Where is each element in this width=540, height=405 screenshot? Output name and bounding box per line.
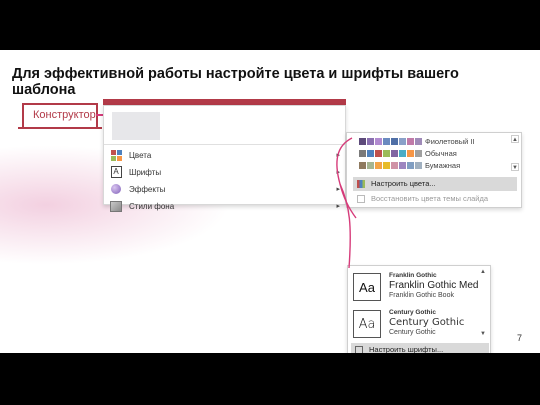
tab-design-label: Конструктор — [33, 109, 96, 121]
restore-colors-button[interactable]: Восстановить цвета темы слайда — [353, 192, 517, 206]
color-scheme-swatches — [359, 162, 423, 169]
scroll-down-icon[interactable]: ▼ — [479, 331, 487, 341]
font-body-sample: Century Gothic — [389, 329, 436, 336]
color-swatch — [367, 138, 374, 145]
restore-colors-label: Восстановить цвета темы слайда — [371, 194, 489, 203]
color-swatch — [399, 150, 406, 157]
color-swatch — [367, 150, 374, 157]
color-swatch — [415, 138, 422, 145]
color-swatch-icon — [110, 149, 122, 161]
fonts-scrollbar[interactable]: ▲ ▼ — [479, 269, 487, 341]
page-number: 7 — [516, 333, 522, 343]
scroll-up-icon[interactable]: ▲ — [511, 135, 519, 143]
submenu-arrow-icon: ▸ — [336, 203, 340, 210]
font-preview-icon: Aa — [353, 310, 381, 338]
font-icon: A — [110, 166, 122, 178]
tab-design[interactable]: Конструктор — [22, 103, 98, 127]
font-heading-sample: Century Gothic — [389, 317, 465, 328]
color-swatch — [391, 150, 398, 157]
color-swatch — [375, 150, 382, 157]
color-swatch — [383, 138, 390, 145]
color-swatch — [407, 162, 414, 169]
menu-item-label: Эффекты — [129, 184, 166, 194]
color-swatch — [359, 150, 366, 157]
menu-item-label: Цвета — [129, 150, 152, 160]
color-swatch — [383, 150, 390, 157]
color-swatch — [399, 162, 406, 169]
font-body-sample: Franklin Gothic Book — [389, 292, 454, 299]
menu-separator — [104, 144, 345, 145]
customize-colors-label: Настроить цвета... — [371, 179, 436, 188]
palette-icon — [357, 180, 365, 188]
submenu-arrow-icon: ▸ — [336, 152, 340, 159]
color-swatch — [367, 162, 374, 169]
color-scheme-row[interactable]: Обычная — [359, 148, 457, 159]
color-swatch — [375, 162, 382, 169]
color-scheme-swatches — [359, 138, 423, 145]
variants-menu: Цвета ▸ A Шрифты ▸ Эффекты ▸ Стили фона … — [103, 105, 346, 212]
slide-title: Для эффективной работы настройте цвета и… — [12, 66, 459, 98]
color-scheme-row[interactable]: Бумажная — [359, 160, 460, 171]
variant-thumbnail[interactable] — [112, 112, 160, 140]
color-swatch — [415, 162, 422, 169]
color-scheme-name: Фиолетовый II — [425, 137, 475, 146]
font-preview-icon: Aa — [353, 273, 381, 301]
customize-fonts-button[interactable]: Настроить шрифты... — [351, 343, 489, 353]
color-swatch — [415, 150, 422, 157]
color-swatch — [399, 138, 406, 145]
font-settings-icon — [355, 346, 363, 353]
scroll-up-icon[interactable]: ▲ — [479, 269, 487, 279]
menu-item-label: Шрифты — [129, 167, 162, 177]
color-swatch — [391, 138, 398, 145]
font-heading-sample: Franklin Gothic Med — [389, 280, 479, 291]
customize-fonts-label: Настроить шрифты... — [369, 345, 444, 353]
color-scheme-name: Бумажная — [425, 161, 461, 170]
color-swatch — [359, 138, 366, 145]
color-swatch — [375, 138, 382, 145]
menu-item-background-styles[interactable]: Стили фона ▸ — [110, 198, 340, 214]
colors-panel: Фиолетовый II Обычная Бумажная ▲ ▼ Настр… — [346, 132, 522, 208]
customize-colors-button[interactable]: Настроить цвета... — [353, 177, 517, 191]
color-swatch — [407, 150, 414, 157]
color-scheme-name: Обычная — [425, 149, 457, 158]
slide: Для эффективной работы настройте цвета и… — [0, 50, 540, 353]
colors-scrollbar[interactable]: ▲ ▼ — [511, 135, 519, 173]
color-swatch — [407, 138, 414, 145]
font-scheme-name: Franklin Gothic — [389, 272, 437, 279]
color-swatch — [383, 162, 390, 169]
font-scheme-name: Century Gothic — [389, 309, 436, 316]
menu-item-fonts[interactable]: A Шрифты ▸ — [110, 164, 340, 180]
menu-item-label: Стили фона — [129, 201, 175, 211]
tab-underline — [18, 127, 102, 129]
fonts-panel: Aa Franklin Gothic Franklin Gothic Med F… — [347, 265, 491, 353]
restore-icon — [357, 195, 365, 203]
background-styles-icon — [110, 200, 122, 212]
color-swatch — [359, 162, 366, 169]
color-swatch — [391, 162, 398, 169]
effects-icon — [110, 183, 122, 195]
font-scheme-franklin[interactable]: Aa Franklin Gothic Franklin Gothic Med F… — [351, 271, 479, 305]
font-scheme-century[interactable]: Aa Century Gothic Century Gothic Century… — [351, 308, 479, 342]
submenu-arrow-icon: ▸ — [336, 169, 340, 176]
color-scheme-swatches — [359, 150, 423, 157]
menu-item-effects[interactable]: Эффекты ▸ — [110, 181, 340, 197]
submenu-arrow-icon: ▸ — [336, 186, 340, 193]
color-scheme-row[interactable]: Фиолетовый II — [359, 136, 475, 147]
scroll-down-icon[interactable]: ▼ — [511, 163, 519, 171]
menu-item-colors[interactable]: Цвета ▸ — [110, 147, 340, 163]
